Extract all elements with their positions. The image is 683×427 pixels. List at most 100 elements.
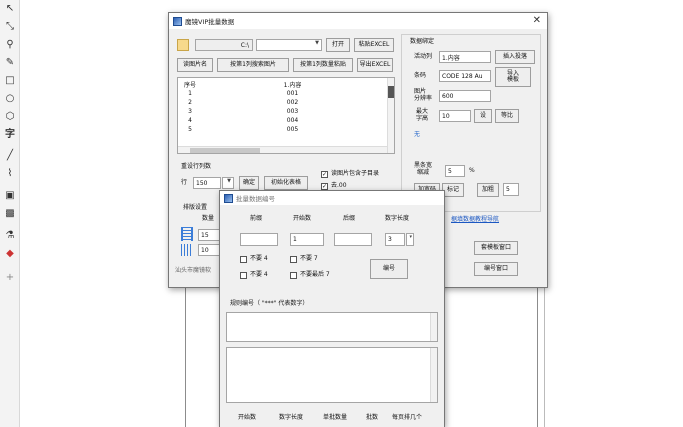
- cell-content: 002: [286, 99, 299, 106]
- barcode-select[interactable]: CODE 128 Au: [439, 70, 491, 82]
- number-window-button[interactable]: 编号窗口: [474, 262, 518, 276]
- close-icon[interactable]: ✕: [533, 15, 541, 26]
- number-button[interactable]: 编号: [370, 259, 408, 279]
- cell-content: 004: [286, 117, 299, 124]
- row-input[interactable]: 150: [193, 177, 221, 189]
- chevron-down-icon: ▼: [227, 178, 231, 184]
- insert-barcode-button[interactable]: 插入投落: [495, 50, 535, 64]
- qty-input-1[interactable]: 15: [198, 229, 220, 241]
- app-icon: [173, 16, 182, 26]
- rectangle-icon[interactable]: □: [4, 75, 16, 87]
- digits-label: 数字长度: [385, 215, 410, 222]
- path-input[interactable]: C:\: [195, 39, 253, 51]
- none-text: 无: [414, 131, 421, 138]
- qty-input-2[interactable]: 10: [198, 244, 220, 256]
- subdir-checkbox[interactable]: ✓: [321, 171, 328, 178]
- paste-excel-button[interactable]: 粘贴EXCEL: [354, 38, 394, 52]
- remove-checkbox[interactable]: ✓: [321, 183, 328, 190]
- table-row[interactable]: 5 005: [178, 125, 383, 134]
- read-images-button[interactable]: 读图片名: [177, 58, 213, 72]
- header-content: 1.内容: [283, 82, 302, 89]
- bold-button[interactable]: 加粗: [477, 183, 499, 197]
- table-row[interactable]: 2 002: [178, 98, 383, 107]
- mark-button[interactable]: 标记: [442, 183, 464, 197]
- init-table-button[interactable]: 初始化表格: [264, 176, 308, 190]
- table-row[interactable]: 3 003: [178, 107, 383, 116]
- suffix-input[interactable]: [334, 233, 372, 246]
- bold-input[interactable]: 5: [503, 183, 519, 196]
- layout-label: 排版设置: [183, 204, 208, 211]
- search-images-button[interactable]: 按第1列搜索图片: [217, 58, 289, 72]
- suffix-label: 后缀: [343, 215, 356, 222]
- start-input[interactable]: 1: [290, 233, 324, 246]
- paste-col1-button[interactable]: 按第1列数量粘贴: [293, 58, 353, 72]
- no7-checkbox[interactable]: [290, 256, 297, 263]
- fill-pattern-icon[interactable]: ▩: [4, 208, 16, 220]
- row-dropdown[interactable]: ▼: [222, 177, 234, 189]
- bottom-start-label: 开始数: [238, 414, 257, 421]
- export-excel-button[interactable]: 导出EXCEL: [357, 58, 393, 72]
- data-table[interactable]: 序号 1.内容 1 001 2 002 3 003 4 004 5 005: [177, 77, 395, 154]
- template-window-button[interactable]: 套模板窗口: [474, 241, 518, 255]
- cell-index: 5: [188, 126, 192, 133]
- eyedropper-icon[interactable]: ⚗: [4, 230, 16, 242]
- percent-label: %: [469, 167, 475, 174]
- ellipse-icon[interactable]: ○: [4, 93, 16, 105]
- connector-icon[interactable]: ⌇: [4, 168, 16, 180]
- tutorial-link[interactable]: 据填数据教程导航: [451, 216, 499, 224]
- table-row[interactable]: 4 004: [178, 116, 383, 125]
- shadow-icon[interactable]: ▣: [4, 190, 16, 202]
- header-index: 序号: [183, 82, 196, 89]
- bar-width-label-2: 缩减: [417, 169, 430, 176]
- max-font-input[interactable]: 10: [439, 110, 471, 122]
- cell-content: 003: [286, 108, 299, 115]
- import-template-button[interactable]: 导入 模板: [495, 67, 531, 87]
- table-hscrollbar[interactable]: [178, 146, 387, 153]
- set-button[interactable]: 设: [474, 109, 492, 123]
- digits-input[interactable]: 3: [385, 233, 405, 246]
- no-last7-checkbox[interactable]: [290, 272, 297, 279]
- hscroll-thumb[interactable]: [190, 148, 260, 153]
- pen-icon[interactable]: ✎: [4, 57, 16, 69]
- path-dropdown[interactable]: ▼: [256, 39, 322, 51]
- row-label: 行: [181, 179, 188, 186]
- paint-bucket-icon[interactable]: ◆: [4, 248, 16, 260]
- barcode-label: 条码: [414, 72, 427, 79]
- dialog-app-icon: [224, 193, 233, 203]
- rule-textarea[interactable]: [226, 312, 438, 342]
- confirm-button[interactable]: 确定: [239, 176, 259, 190]
- no4-checkbox-b[interactable]: [240, 272, 247, 279]
- prefix-input[interactable]: [240, 233, 278, 246]
- import-template-line2: 模板: [506, 76, 519, 83]
- cell-content: 005: [286, 126, 299, 133]
- polygon-icon[interactable]: ⬡: [4, 111, 16, 123]
- no4-checkbox-a[interactable]: [240, 256, 247, 263]
- table-scrollbar[interactable]: [387, 78, 394, 153]
- row-distribute-icon[interactable]: [181, 227, 193, 241]
- zoom-icon[interactable]: ⚲: [4, 39, 16, 51]
- rule-scrollbar[interactable]: [430, 313, 437, 341]
- node-icon[interactable]: ⤡: [4, 21, 16, 33]
- equal-ratio-button[interactable]: 等比: [495, 109, 519, 123]
- image-res-select[interactable]: 600: [439, 90, 491, 102]
- result-textarea[interactable]: [226, 347, 438, 403]
- rule-label: 规则编号（ "***" 代表数字）: [230, 300, 309, 307]
- cell-index: 1: [188, 90, 192, 97]
- line-icon[interactable]: ╱: [4, 150, 16, 162]
- text-tool-icon[interactable]: 字: [4, 129, 16, 141]
- open-button[interactable]: 打开: [326, 38, 350, 52]
- folder-icon[interactable]: [177, 39, 189, 51]
- main-window-title: 魔镜VIP批量数据: [185, 18, 235, 26]
- bar-width-input[interactable]: 5: [445, 165, 465, 177]
- col-distribute-icon[interactable]: [181, 244, 193, 256]
- plus-icon[interactable]: +: [4, 272, 16, 284]
- active-col-select[interactable]: 1.内容: [439, 51, 491, 63]
- arrow-icon[interactable]: ↖: [4, 3, 16, 15]
- page-border-right: [537, 280, 538, 427]
- table-row[interactable]: 1 001: [178, 89, 383, 98]
- scroll-thumb[interactable]: [388, 86, 394, 98]
- dialog-titlebar: 批量数据编号: [220, 191, 444, 205]
- no4-label-b: 不要 4: [250, 271, 268, 278]
- digits-spinner[interactable]: ▾: [406, 233, 414, 246]
- result-scrollbar[interactable]: [430, 348, 437, 402]
